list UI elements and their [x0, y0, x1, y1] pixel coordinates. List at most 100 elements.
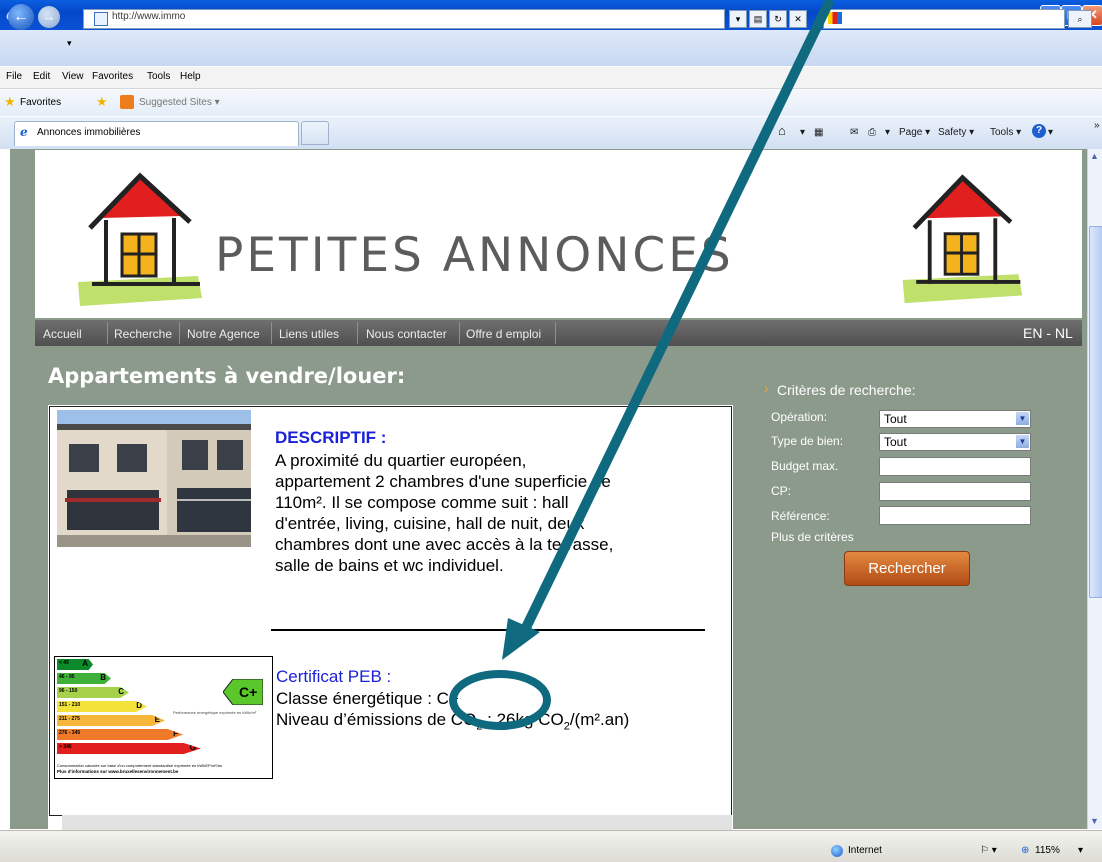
operation-label: Opération:: [771, 410, 828, 424]
zoom-icon[interactable]: ⊕: [1021, 845, 1029, 856]
language-switch[interactable]: EN - NL: [1023, 325, 1073, 341]
help-icon[interactable]: ?: [1032, 124, 1046, 138]
page-icon: [94, 12, 108, 26]
nav-nous-contacter[interactable]: Nous contacter: [366, 327, 447, 341]
menu-view[interactable]: View: [62, 71, 84, 82]
peb-band-range: > 346: [59, 744, 72, 750]
page-menu[interactable]: Page ▾: [899, 127, 930, 138]
stop-icon[interactable]: ✕: [789, 10, 807, 28]
print-icon[interactable]: ⎙: [868, 127, 876, 138]
peb-band-letter: D: [136, 701, 142, 710]
menu-favorites[interactable]: Favorites: [92, 71, 133, 82]
cp-input[interactable]: [879, 482, 1031, 501]
description-line: 110m². Il se compose comme suit : hall: [275, 493, 569, 512]
peb-band-letter: F: [173, 729, 178, 738]
descriptif-title: DESCRIPTIF :: [275, 428, 387, 447]
menu-edit[interactable]: Edit: [33, 71, 50, 82]
feeds-icon[interactable]: ▦: [814, 127, 823, 138]
peb-badge-label: C+: [239, 684, 258, 700]
nav-recherche[interactable]: Recherche: [114, 327, 172, 341]
nav-separator: [271, 322, 272, 344]
type-select[interactable]: Tout ▼: [879, 433, 1031, 451]
chevron-more-icon[interactable]: »: [1094, 120, 1100, 131]
peb-band-range: 96 - 150: [59, 688, 78, 694]
listing-footer-bar: [62, 815, 732, 830]
peb-band-b: 46 - 95 B: [57, 673, 111, 684]
section-divider: [271, 629, 705, 631]
scrollbar-thumb[interactable]: [1089, 226, 1102, 598]
address-toolbar: [0, 30, 1102, 66]
peb-energy-label: < 45 A 46 - 95 B 96 - 150 C 151 - 210 D 211 - 27…: [54, 656, 273, 779]
nav-accueil[interactable]: Accueil: [43, 327, 82, 341]
add-favorite-icon[interactable]: ★: [96, 94, 108, 110]
status-zone: Internet: [848, 845, 882, 856]
menu-file[interactable]: File: [6, 71, 22, 82]
budget-input[interactable]: [879, 457, 1031, 476]
chevron-down-icon[interactable]: ▼: [1016, 435, 1029, 448]
compat-view-icon[interactable]: ▤: [749, 10, 767, 28]
nav-separator: [179, 322, 180, 344]
tab-ie-icon: e: [20, 125, 28, 139]
peb-band-d: 151 - 210 D: [57, 701, 147, 712]
new-tab-button[interactable]: [301, 121, 329, 145]
house-logo-left: [78, 172, 202, 306]
mail-icon[interactable]: ✉: [850, 127, 858, 138]
peb-caption: Performance énergétique exprimée en kWh/…: [173, 710, 257, 715]
refresh-icon[interactable]: ↻: [769, 10, 787, 28]
help-dropdown-icon[interactable]: ▾: [1048, 127, 1053, 138]
site-title: PETITES ANNONCES: [215, 228, 734, 283]
zoom-dropdown-icon[interactable]: ▾: [1078, 845, 1083, 856]
search-icon[interactable]: ⌕: [1068, 10, 1092, 28]
favorites-button[interactable]: Favorites: [20, 97, 61, 108]
scroll-up-icon[interactable]: ▲: [1090, 151, 1099, 161]
scroll-down-icon[interactable]: ▼: [1090, 816, 1099, 826]
safety-menu[interactable]: Safety ▾: [938, 127, 974, 138]
forward-icon[interactable]: →: [38, 6, 60, 28]
search-button[interactable]: Rechercher: [844, 551, 970, 586]
print-dropdown-icon[interactable]: ▾: [885, 127, 890, 138]
tab-title: Annonces immobilières: [37, 127, 141, 138]
peb-band-c: 96 - 150 C: [57, 687, 129, 698]
menu-help[interactable]: Help: [180, 71, 201, 82]
peb-band-range: 276 - 345: [59, 730, 81, 736]
peb-band-letter: C: [118, 687, 124, 696]
address-dropdown-icon[interactable]: ▾: [729, 10, 747, 28]
nav-separator: [555, 322, 556, 344]
home-icon[interactable]: ⌂: [778, 123, 786, 138]
tools-menu[interactable]: Tools ▾: [990, 127, 1021, 138]
reference-input[interactable]: [879, 506, 1031, 525]
nav-separator: [459, 322, 460, 344]
nav-notre-agence[interactable]: Notre Agence: [187, 327, 260, 341]
operation-select[interactable]: Tout ▼: [879, 410, 1031, 428]
protected-mode-icon[interactable]: ⚐ ▾: [980, 845, 997, 856]
chevron-down-icon[interactable]: ▼: [1016, 412, 1029, 425]
peb-band-a: < 45 A: [57, 659, 93, 670]
more-criteria-link[interactable]: Plus de critères: [771, 530, 854, 544]
nav-separator: [357, 322, 358, 344]
page-left-margin: [0, 149, 10, 829]
search-input[interactable]: [823, 9, 1065, 29]
energy-class: Classe énergétique : C+: [276, 689, 459, 708]
zoom-level[interactable]: 115%: [1035, 845, 1060, 856]
apartment-photo[interactable]: [57, 410, 251, 547]
peb-band-range: < 45: [59, 660, 69, 666]
peb-band-e: 211 - 275 E: [57, 715, 165, 726]
search-provider-icon: [828, 12, 842, 24]
peb-more-info: Plus d'informations sur www.bruxellesenv…: [57, 769, 179, 774]
peb-band-g: > 346 G: [57, 743, 201, 754]
menu-tools[interactable]: Tools: [147, 71, 170, 82]
status-bar: [0, 830, 1102, 862]
description-line: d'entrée, living, cuisine, hall de nuit,…: [275, 514, 585, 533]
recent-pages-icon[interactable]: ▾: [67, 38, 72, 49]
reference-label: Référence:: [771, 509, 830, 523]
peb-band-range: 211 - 275: [59, 716, 80, 722]
suggested-sites-link[interactable]: Suggested Sites ▾: [139, 97, 220, 108]
back-icon[interactable]: ←: [8, 4, 34, 30]
home-dropdown-icon[interactable]: ▾: [800, 127, 805, 138]
type-label: Type de bien:: [771, 434, 844, 448]
address-text: http://www.immo: [112, 11, 186, 22]
peb-band-letter: E: [154, 715, 160, 724]
nav-offre-emploi[interactable]: Offre d emploi: [466, 327, 541, 341]
nav-liens-utiles[interactable]: Liens utiles: [279, 327, 339, 341]
peb-band-range: 151 - 210: [59, 702, 81, 708]
